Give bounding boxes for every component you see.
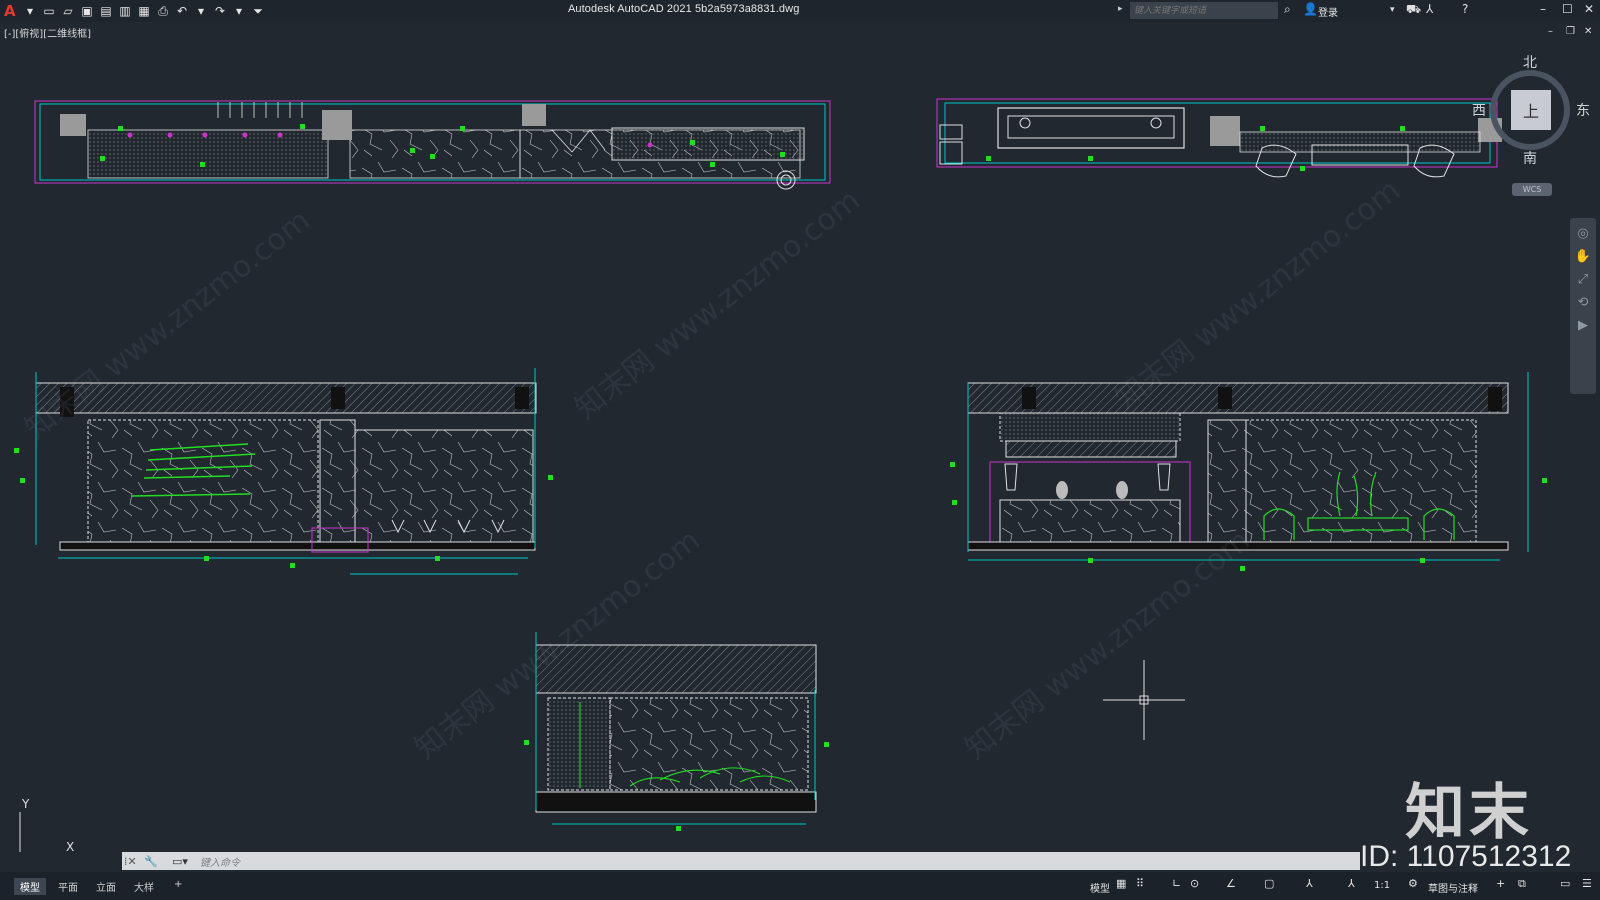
snap-icon[interactable]: ⠿ xyxy=(1136,877,1144,890)
zoom-extents-icon[interactable]: ⤢ xyxy=(1570,272,1596,287)
command-history-icon[interactable]: ▭▾ xyxy=(172,855,200,868)
workspace-gear-icon[interactable]: ⚙ xyxy=(1408,877,1418,890)
help-icon[interactable]: ? xyxy=(1462,2,1468,16)
close-button[interactable]: ✕ xyxy=(1584,2,1594,16)
title-bar: A ▾ ▭ ▱ ▣ ▤ ▥ ▦ ⎙ ↶ ▾ ↷ ▾ ⏷ Autodesk Aut… xyxy=(0,0,1600,22)
user-icon: 👤 xyxy=(1303,2,1318,16)
showmotion-icon[interactable]: ▶ xyxy=(1570,318,1596,333)
login-button[interactable]: 登录 xyxy=(1318,4,1338,19)
app-menu-dropdown-icon[interactable]: ▾ xyxy=(23,4,37,18)
viewport-controls[interactable]: [-][俯视][二维线框] xyxy=(4,25,91,40)
watermark-id: ID: 1107512312 xyxy=(1360,840,1572,873)
ucs-x-label: X xyxy=(66,840,74,852)
doc-close-button[interactable]: ✕ xyxy=(1584,26,1592,37)
customize-status-icon[interactable]: ☰ xyxy=(1582,877,1592,890)
search-expand-icon[interactable]: ▸ xyxy=(1118,4,1123,14)
tab-layout-elevation[interactable]: 立面 xyxy=(90,878,122,895)
fullscreen-icon[interactable]: ▭ xyxy=(1560,877,1570,890)
elevation-view-3 xyxy=(524,632,829,831)
compass-west[interactable]: 西 xyxy=(1472,100,1486,120)
steering-wheel-icon[interactable]: ◎ xyxy=(1570,226,1596,241)
app-menu-button[interactable]: A xyxy=(4,2,18,20)
viewport-header: [-][俯视][二维线框] – ❐ ✕ xyxy=(0,22,1600,42)
customize-icon[interactable]: ⏷ xyxy=(251,4,265,18)
ucs-icon xyxy=(19,812,21,852)
redo-dropdown-icon[interactable]: ▾ xyxy=(232,4,246,18)
crosshair-cursor xyxy=(1103,660,1185,740)
doc-minimize-button[interactable]: – xyxy=(1548,26,1553,37)
tab-layout-detail[interactable]: 大样 xyxy=(128,878,160,895)
maximize-button[interactable]: ☐ xyxy=(1562,2,1573,16)
saveas-icon[interactable]: ▤ xyxy=(99,4,113,18)
polar-icon[interactable]: ⊙ xyxy=(1190,877,1199,890)
drawing-canvas[interactable]: Y X xyxy=(0,42,1600,852)
elevation-view-2 xyxy=(950,372,1547,571)
command-line: ⁞✕ 🔧 ▭▾ 键入命令 xyxy=(122,852,1360,870)
undo-icon[interactable]: ↶ xyxy=(175,4,189,18)
compass-south[interactable]: 南 xyxy=(1523,148,1537,168)
new-icon[interactable]: ▭ xyxy=(42,4,56,18)
plot-icon[interactable]: ▦ xyxy=(137,4,151,18)
orbit-icon[interactable]: ⟲ xyxy=(1570,295,1596,310)
elevation-view-1 xyxy=(14,368,553,575)
open-icon[interactable]: ▱ xyxy=(61,4,75,18)
plan-view-2 xyxy=(936,98,1502,178)
cart-icon[interactable]: ⛟ xyxy=(1406,2,1421,18)
annotation-scale-icon[interactable]: ⅄ xyxy=(1348,877,1355,890)
save-icon[interactable]: ▣ xyxy=(80,4,94,18)
pan-icon[interactable]: ✋ xyxy=(1570,249,1596,264)
annotation-visibility-icon[interactable]: ⅄ xyxy=(1306,877,1313,890)
lineweight-icon[interactable]: ▢ xyxy=(1264,877,1274,890)
redo-icon[interactable]: ↷ xyxy=(213,4,227,18)
viewcube[interactable]: 上 北 南 东 西 xyxy=(1472,55,1590,167)
command-line-grip-icon[interactable]: ⁞✕ xyxy=(122,855,144,868)
add-layout-button[interactable]: + xyxy=(168,878,188,891)
plus-icon[interactable]: + xyxy=(1496,877,1505,890)
ucs-y-label: Y xyxy=(21,797,30,811)
a360-icon[interactable]: ⅄ xyxy=(1426,2,1433,16)
minimize-button[interactable]: – xyxy=(1540,2,1546,16)
status-bar xyxy=(0,872,1600,900)
search-icon[interactable]: ⌕ xyxy=(1284,2,1291,17)
workspace-switch[interactable]: 草图与注释 xyxy=(1428,880,1478,895)
doc-restore-button[interactable]: ❐ xyxy=(1566,26,1575,37)
search-input[interactable] xyxy=(1130,2,1278,19)
print-icon[interactable]: ⎙ xyxy=(156,4,170,18)
login-dropdown-icon[interactable]: ▾ xyxy=(1390,5,1395,15)
tab-layout-plan[interactable]: 平面 xyxy=(52,878,84,895)
osnap-tracking-icon[interactable]: ∠ xyxy=(1226,877,1236,890)
customize-wrench-icon[interactable]: 🔧 xyxy=(144,855,172,868)
isolate-objects-icon[interactable]: ⧉ xyxy=(1518,877,1526,891)
grid-icon[interactable]: ▦ xyxy=(1116,877,1126,890)
undo-dropdown-icon[interactable]: ▾ xyxy=(194,4,208,18)
plan-view-1 xyxy=(34,100,831,190)
command-input[interactable]: 键入命令 xyxy=(200,854,240,869)
watermark-logo: 知末 xyxy=(1405,778,1533,848)
viewcube-face-top[interactable]: 上 xyxy=(1511,90,1551,130)
compass-east[interactable]: 东 xyxy=(1576,100,1590,120)
quick-access-toolbar: A ▾ ▭ ▱ ▣ ▤ ▥ ▦ ⎙ ↶ ▾ ↷ ▾ ⏷ xyxy=(0,2,265,20)
navigation-bar: ◎ ✋ ⤢ ⟲ ▶ xyxy=(1570,218,1596,394)
annotation-scale-value[interactable]: 1:1 xyxy=(1374,880,1390,891)
model-space-button[interactable]: 模型 xyxy=(1090,880,1110,895)
window-title: Autodesk AutoCAD 2021 5b2a5973a8831.dwg xyxy=(568,3,800,15)
ortho-icon[interactable]: ∟ xyxy=(1172,877,1181,890)
publish-icon[interactable]: ▥ xyxy=(118,4,132,18)
wcs-menu[interactable]: WCS xyxy=(1512,183,1552,196)
tab-model[interactable]: 模型 xyxy=(14,878,46,895)
compass-north[interactable]: 北 xyxy=(1523,52,1537,72)
